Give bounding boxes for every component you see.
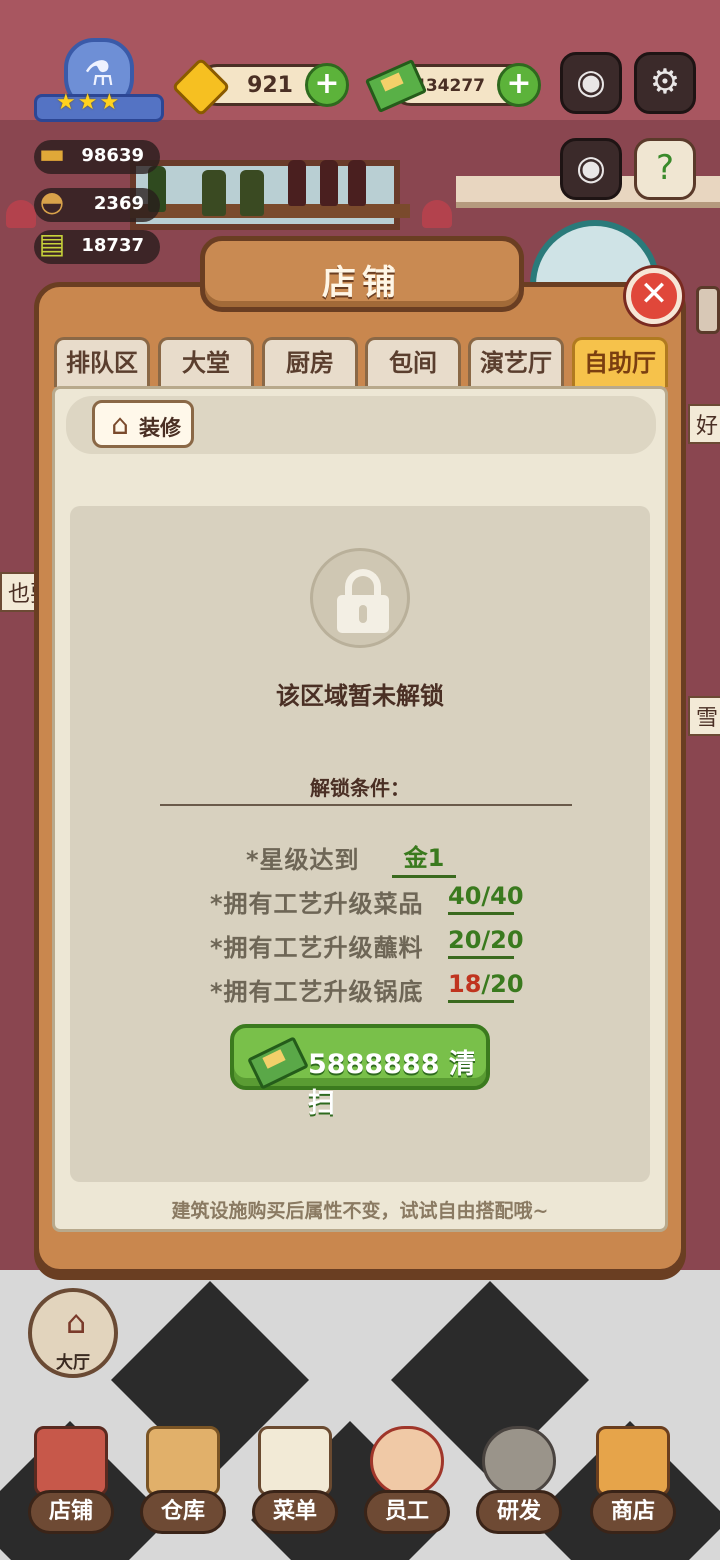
boxes-icon [146,1426,220,1496]
help-book-button[interactable]: ? [634,138,696,200]
clean-unlock-button[interactable]: 5888888 清扫 [230,1024,490,1119]
stat-value: 18737 [81,235,144,256]
condition-star-level: 金1 [403,844,445,872]
cash-icon [252,1040,300,1080]
stat-value: 98639 [81,145,144,166]
dialog-title-plate: 店铺 [200,236,524,312]
rank-stars: ★★★ [56,90,122,115]
dialog-title: 店铺 [322,263,402,303]
footer-tip: 建筑设施购买后属性不变，试试自由搭配哦~ [171,1200,549,1222]
tab-lobby[interactable]: 大堂 [158,337,254,387]
nav-label: 仓库 [140,1490,226,1534]
tab-queue-area[interactable]: 排队区 [54,337,150,387]
stat-dishes: ◓ 2369 [34,185,160,222]
hat-icon: ▬ [38,137,66,170]
condition-label: *星级达到 [246,846,360,874]
nav-shop[interactable]: 店铺 [24,1418,118,1538]
condition-total: 20 [490,926,524,954]
unlock-conditions-title: 解锁条件： [310,776,410,800]
help-book-icon: ? [655,148,675,188]
condition-value: 金1 [392,838,456,878]
nav-label: 研发 [476,1490,562,1534]
background-side-panel [696,286,720,334]
condition-value: 20/20 [448,926,524,959]
stat-menu: ▤ 18737 [34,227,160,264]
settings-button[interactable]: ⚙ [634,52,696,114]
close-icon: ✕ [639,274,669,314]
condition-current: 18 [448,970,482,998]
condition-value: 18/20 [448,970,524,1003]
nav-label: 商店 [590,1490,676,1534]
stat-reputation: ▬ 98639 [34,137,160,174]
locked-message: 该区域暂未解锁 [276,682,444,710]
eye-icon: ◉ [576,148,606,188]
cash-icon [366,58,420,108]
hall-label: 大厅 [56,1353,90,1373]
condition-value: 40/40 [448,882,524,915]
shop-building-icon [34,1426,108,1496]
view-button[interactable]: ◉ [560,138,622,200]
close-button[interactable]: ✕ [626,268,682,324]
stat-value: 2369 [93,193,144,214]
nav-warehouse[interactable]: 仓库 [136,1418,230,1538]
menu-card-icon: ▤ [38,227,66,260]
renovate-label: 装修 [139,416,181,440]
condition-label: *拥有工艺升级蘸料 [210,934,424,962]
tab-performance-hall[interactable]: 演艺厅 [468,337,564,387]
gem-count: 921 [247,73,293,98]
condition-current: 40 [448,882,482,910]
camera-icon: ◉ [576,62,606,102]
conditions-divider [160,804,572,806]
condition-total: 20 [490,970,524,998]
nav-label: 员工 [364,1490,450,1534]
hall-building-icon: ⌂ [65,1303,87,1341]
nav-label: 店铺 [28,1490,114,1534]
condition-label: *拥有工艺升级菜品 [210,890,424,918]
nav-store[interactable]: 商店 [586,1418,680,1538]
house-icon: ⌂ [111,408,129,441]
top-hud: ★★★ 921 + 14434277 + ◉ ⚙ ◉ ? ▬ 98639 ◓ 2… [0,0,720,270]
wok-icon [482,1426,556,1496]
condition-label: *拥有工艺升级锅底 [210,978,424,1006]
renovate-button[interactable]: ⌂ 装修 [92,400,194,448]
hall-button[interactable]: ⌂ 大厅 [28,1288,118,1378]
tab-private-room[interactable]: 包间 [365,337,461,387]
dish-icon: ◓ [39,185,65,218]
tab-buffet-hall[interactable]: 自助厅 [572,337,668,387]
tab-kitchen[interactable]: 厨房 [262,337,358,387]
camera-button[interactable]: ◉ [560,52,622,114]
nav-menu[interactable]: 菜单 [248,1418,342,1538]
clipboard-icon [258,1426,332,1496]
condition-total: 40 [490,882,524,910]
add-gems-button[interactable]: + [305,63,349,107]
gear-icon: ⚙ [649,62,681,102]
chef-icon [370,1426,444,1496]
nav-research[interactable]: 研发 [472,1418,566,1538]
store-icon [596,1426,670,1496]
add-cash-button[interactable]: + [497,63,541,107]
clean-unlock-label: 5888888 清扫 [308,1049,476,1119]
nav-label: 菜单 [252,1490,338,1534]
background-side-label: 好 [688,404,720,444]
gem-icon [174,60,224,110]
lock-icon [310,548,410,648]
condition-current: 20 [448,926,482,954]
nav-staff[interactable]: 员工 [360,1418,454,1538]
rank-badge[interactable]: ★★★ [34,38,164,126]
